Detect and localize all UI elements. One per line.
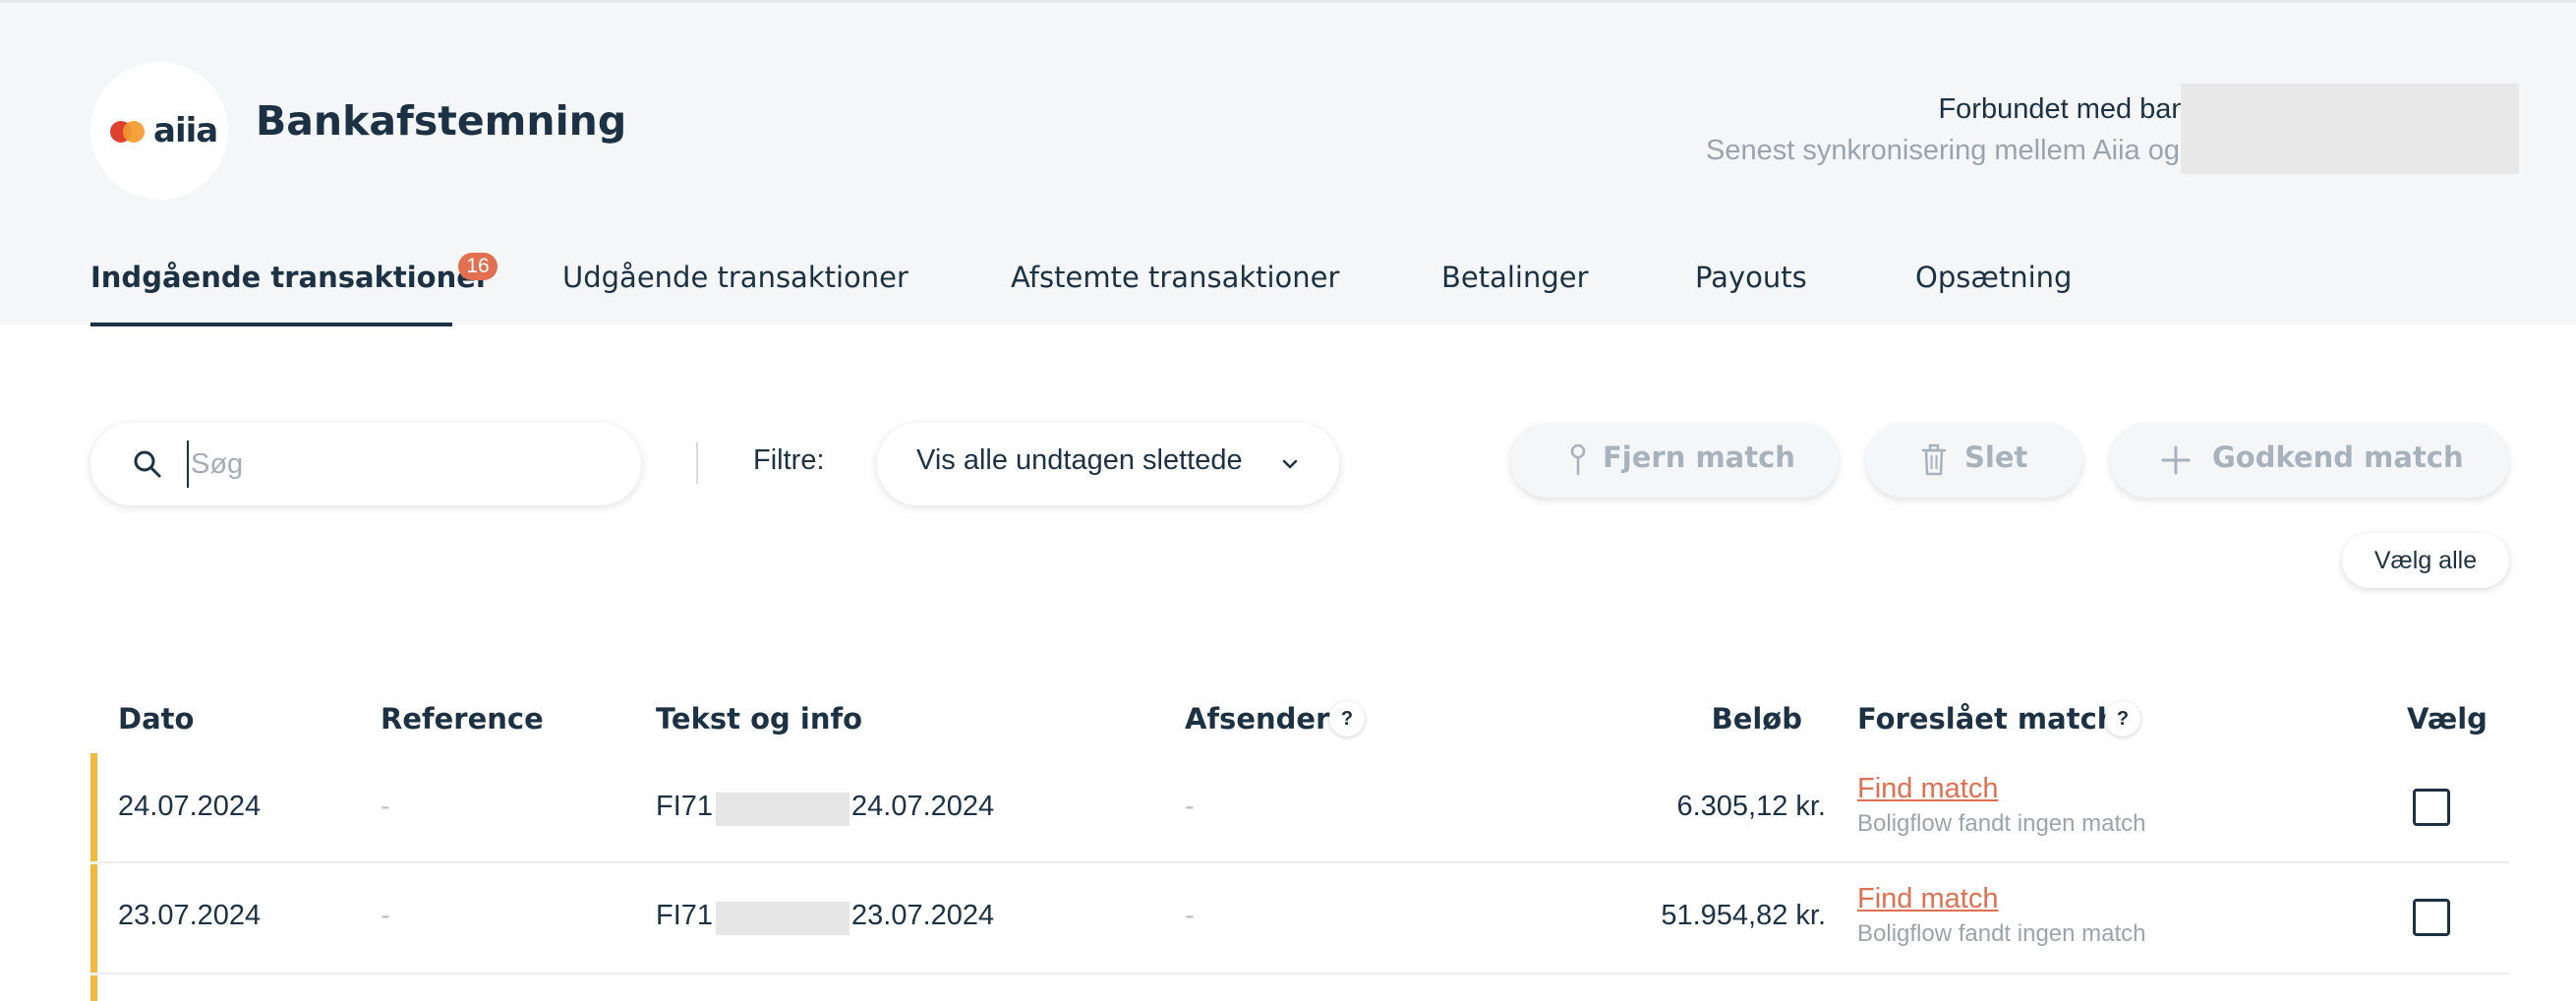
- trash-icon: [1921, 443, 1947, 476]
- search-box[interactable]: [90, 423, 641, 505]
- approve-match-button[interactable]: Godkend match: [2110, 423, 2509, 498]
- delete-label: Slet: [1964, 441, 2028, 474]
- column-header-sender[interactable]: Afsender: [1185, 702, 1329, 736]
- find-match-link[interactable]: Find match: [1857, 773, 1998, 805]
- incoming-count-badge: 16: [458, 253, 498, 280]
- tab-settings[interactable]: Opsætning: [1915, 261, 2072, 294]
- row-text-prefix: FI71: [656, 791, 714, 822]
- row-reference: -: [381, 900, 390, 931]
- tab-label: Betalinger: [1441, 261, 1589, 294]
- column-header-amount[interactable]: Beløb: [1712, 702, 1802, 736]
- filter-selected-value: Vis alle undtagen slettede: [916, 444, 1243, 476]
- tab-label: Payouts: [1695, 261, 1807, 294]
- row-select-checkbox[interactable]: [2413, 789, 2450, 826]
- approve-match-label: Godkend match: [2212, 441, 2464, 474]
- toolbar-divider: [696, 442, 698, 484]
- page-header: aiia Bankafstemning Forbundet med bankko…: [0, 0, 2576, 326]
- redacted-text: [716, 902, 849, 935]
- row-status-accent: [90, 975, 97, 1001]
- search-icon: [134, 450, 161, 478]
- tab-incoming-transactions[interactable]: Indgående transaktioner: [90, 261, 490, 294]
- filter-dropdown[interactable]: Vis alle undtagen slettede: [877, 423, 1339, 505]
- tab-payments[interactable]: Betalinger: [1441, 261, 1589, 294]
- logo-dot-orange: [123, 121, 145, 143]
- table-row[interactable]: 23.07.2024 - FI71 23.07.2024 - 51.954,82…: [90, 864, 2509, 974]
- pin-icon: [1570, 443, 1586, 476]
- row-status-accent: [90, 753, 97, 861]
- column-header-date[interactable]: Dato: [118, 702, 194, 736]
- column-header-select: Vælg: [2407, 702, 2488, 736]
- column-header-reference[interactable]: Reference: [381, 702, 544, 736]
- row-status-accent: [90, 864, 97, 972]
- remove-match-label: Fjern match: [1603, 441, 1795, 474]
- row-select-checkbox[interactable]: [2413, 899, 2450, 936]
- column-header-suggested-match[interactable]: Foreslået match: [1857, 702, 2117, 736]
- table-row[interactable]: 24.07.2024 - FI71 24.07.2024 - 6.305,12 …: [90, 753, 2509, 863]
- sender-help-icon[interactable]: ?: [1329, 701, 1365, 736]
- table-row-partial: [90, 975, 2509, 1001]
- logo-text: aiia: [153, 111, 218, 150]
- tab-payouts[interactable]: Payouts: [1695, 261, 1807, 294]
- search-input[interactable]: [187, 441, 600, 488]
- tab-outgoing-transactions[interactable]: Udgående transaktioner: [562, 261, 908, 294]
- page-title: Bankafstemning: [256, 97, 627, 145]
- row-text-date: 24.07.2024: [851, 791, 995, 822]
- row-text-date: 23.07.2024: [851, 900, 995, 931]
- row-sender: -: [1185, 900, 1195, 931]
- row-reference: -: [381, 791, 390, 822]
- plus-icon: [2161, 445, 2191, 475]
- row-amount: 51.954,82 kr.: [1661, 900, 1826, 931]
- match-note: Boligflow fandt ingen match: [1857, 810, 2146, 837]
- match-note: Boligflow fandt ingen match: [1857, 920, 2146, 947]
- filter-label: Filtre:: [753, 444, 825, 476]
- tab-label: Afstemte transaktioner: [1011, 261, 1340, 294]
- row-sender: -: [1185, 791, 1195, 822]
- row-amount: 6.305,12 kr.: [1676, 791, 1826, 822]
- find-match-link[interactable]: Find match: [1857, 883, 1998, 915]
- redacted-account-info: [2181, 84, 2519, 174]
- tab-label: Opsætning: [1915, 261, 2073, 294]
- tab-reconciled-transactions[interactable]: Afstemte transaktioner: [1011, 261, 1339, 294]
- remove-match-button[interactable]: Fjern match: [1510, 423, 1839, 498]
- aiia-logo: aiia: [90, 62, 228, 200]
- row-date: 24.07.2024: [118, 791, 262, 822]
- tab-label: Indgående transaktioner: [90, 261, 491, 294]
- active-tab-underline: [90, 323, 452, 326]
- select-all-button[interactable]: Vælg alle: [2342, 533, 2509, 588]
- redacted-text: [716, 793, 849, 826]
- column-header-text[interactable]: Tekst og info: [656, 702, 862, 736]
- suggested-match-help-icon[interactable]: ?: [2105, 701, 2140, 736]
- row-text-prefix: FI71: [656, 900, 714, 931]
- sync-status: Senest synkronisering mellem Aiia og: [1706, 135, 2180, 166]
- delete-button[interactable]: Slet: [1866, 423, 2082, 498]
- chevron-down-icon: [1282, 459, 1298, 469]
- row-date: 23.07.2024: [118, 900, 262, 931]
- tab-label: Udgående transaktioner: [562, 261, 908, 294]
